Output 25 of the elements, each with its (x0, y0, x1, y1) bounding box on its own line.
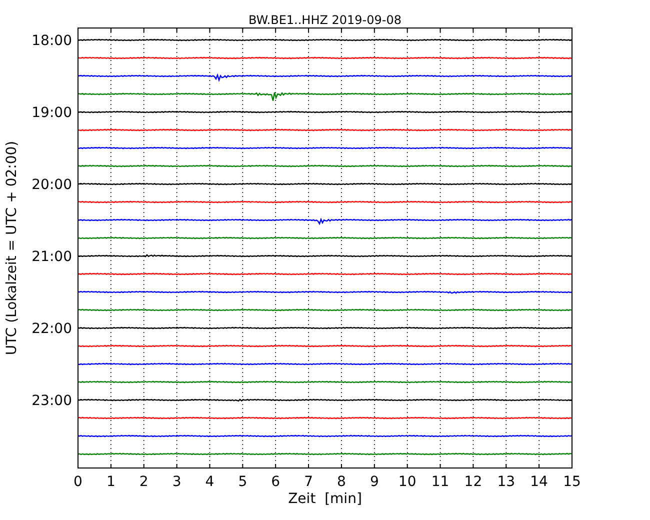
x-tick-label: 7 (304, 474, 313, 490)
x-tick-label: 9 (370, 474, 379, 490)
x-tick-label: 3 (172, 474, 182, 490)
x-tick-label: 15 (563, 474, 581, 490)
y-tick-label: 18:00 (32, 33, 72, 49)
y-tick-label: 21:00 (32, 249, 72, 265)
y-tick-label: 20:00 (32, 177, 72, 193)
y-axis-label: UTC (Lokalzeit = UTC + 02:00) (4, 140, 20, 356)
x-tick-label: 10 (398, 474, 416, 490)
x-tick-label: 6 (271, 474, 280, 490)
y-tick-label: 23:00 (32, 393, 72, 409)
x-tick-label: 12 (464, 474, 482, 490)
y-tick-label: 19:00 (32, 105, 72, 121)
x-tick-label: 1 (106, 474, 116, 490)
x-tick-label: 13 (497, 474, 516, 490)
x-tick-label: 0 (74, 474, 82, 490)
x-tick-label: 5 (238, 474, 248, 490)
x-axis-label: Zeit [min] (288, 491, 362, 507)
y-tick-label: 22:00 (32, 321, 72, 337)
x-tick-label: 11 (431, 474, 450, 490)
x-tick-label: 2 (139, 474, 148, 490)
x-tick-label: 4 (205, 474, 214, 490)
x-tick-label: 8 (337, 474, 346, 490)
x-tick-label: 14 (530, 474, 548, 490)
chart-title: BW.BE1..HHZ 2019-09-08 (248, 13, 402, 27)
